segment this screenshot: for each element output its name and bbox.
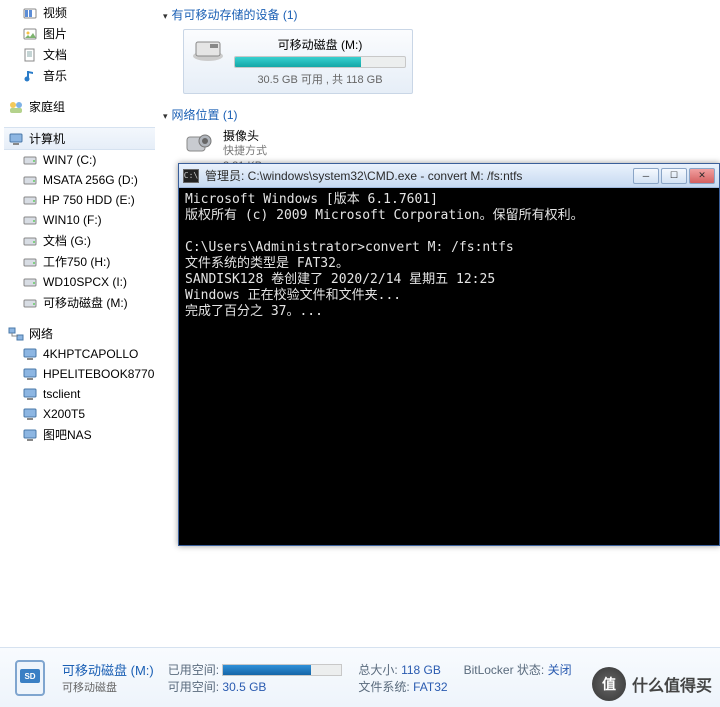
drive-icon bbox=[22, 212, 38, 228]
netloc-title: 摄像头 bbox=[223, 129, 267, 144]
homegroup-icon bbox=[8, 99, 24, 115]
sidebar-item-drive[interactable]: MSATA 256G (D:) bbox=[4, 170, 155, 190]
sidebar-item-library[interactable]: 图片 bbox=[4, 23, 155, 44]
drive-tile-title: 可移动磁盘 (M:) bbox=[234, 36, 406, 53]
computer-icon bbox=[8, 131, 24, 147]
cmd-icon: C:\ bbox=[183, 169, 199, 183]
status-title: 可移动磁盘 (M:) bbox=[62, 660, 154, 679]
sidebar-item-label: 音乐 bbox=[43, 67, 67, 84]
sidebar-header-label: 计算机 bbox=[29, 130, 65, 147]
sidebar-item-network-pc[interactable]: HPELITEBOOK8770 bbox=[4, 364, 155, 384]
drive-icon bbox=[22, 192, 38, 208]
watermark-icon: 值 bbox=[592, 667, 626, 701]
sidebar-item-label: 图片 bbox=[43, 25, 67, 42]
minimize-button[interactable]: ─ bbox=[633, 168, 659, 184]
drive-tile-removable[interactable]: 可移动磁盘 (M:) 30.5 GB 可用 , 共 118 GB bbox=[183, 29, 413, 94]
drive-removable-icon bbox=[22, 295, 38, 311]
sidebar-header-computer[interactable]: 计算机 bbox=[4, 127, 155, 150]
sidebar-item-label: X200T5 bbox=[43, 407, 85, 421]
sidebar-item-drive[interactable]: WIN7 (C:) bbox=[4, 150, 155, 170]
sidebar-item-drive[interactable]: 可移动磁盘 (M:) bbox=[4, 292, 155, 313]
close-button[interactable]: ✕ bbox=[689, 168, 715, 184]
computer-icon bbox=[22, 386, 38, 402]
sidebar-item-network-pc[interactable]: 4KHPTCAPOLLO bbox=[4, 344, 155, 364]
computer-icon bbox=[22, 406, 38, 422]
sidebar-item-library[interactable]: 视频 bbox=[4, 2, 155, 23]
sidebar-item-library[interactable]: 文档 bbox=[4, 44, 155, 65]
sidebar-item-library[interactable]: 音乐 bbox=[4, 65, 155, 86]
sidebar-item-drive[interactable]: 文档 (G:) bbox=[4, 230, 155, 251]
maximize-button[interactable]: ☐ bbox=[661, 168, 687, 184]
pictures-icon bbox=[22, 26, 38, 42]
sidebar-item-label: 图吧NAS bbox=[43, 426, 92, 443]
cmd-titlebar[interactable]: C:\ 管理员: C:\windows\system32\CMD.exe - c… bbox=[179, 164, 719, 188]
details-pane: SD 可移动磁盘 (M:) 可移动磁盘 已用空间: 可用空间: 30.5 GB … bbox=[0, 647, 720, 707]
sidebar-item-label: 文档 bbox=[43, 46, 67, 63]
sidebar-item-label: 视频 bbox=[43, 4, 67, 21]
computer-icon bbox=[22, 366, 38, 382]
sidebar-item-label: 工作750 (H:) bbox=[43, 253, 110, 270]
sidebar-item-network-pc[interactable]: 图吧NAS bbox=[4, 424, 155, 445]
sidebar-item-label: tsclient bbox=[43, 387, 80, 401]
documents-icon bbox=[22, 47, 38, 63]
music-icon bbox=[22, 68, 38, 84]
sidebar-item-drive[interactable]: WD10SPCX (I:) bbox=[4, 272, 155, 292]
svg-text:SD: SD bbox=[24, 672, 35, 681]
free-space-label: 可用空间: bbox=[168, 680, 219, 694]
network-icon bbox=[8, 326, 24, 342]
drive-icon bbox=[22, 172, 38, 188]
drive-usage-bar bbox=[234, 56, 406, 68]
section-network-locations[interactable]: 网络位置 (1) bbox=[163, 102, 716, 125]
sidebar-item-label: WD10SPCX (I:) bbox=[43, 275, 127, 289]
sidebar-item-label: 文档 (G:) bbox=[43, 232, 91, 249]
sidebar-item-label: HPELITEBOOK8770 bbox=[43, 367, 154, 381]
cmd-window[interactable]: C:\ 管理员: C:\windows\system32\CMD.exe - c… bbox=[178, 163, 720, 546]
sidebar-item-network[interactable]: 网络 bbox=[4, 323, 155, 344]
computer-icon bbox=[22, 427, 38, 443]
drive-icon bbox=[22, 233, 38, 249]
drive-icon bbox=[22, 274, 38, 290]
filesystem-value: FAT32 bbox=[413, 680, 447, 694]
drive-tile-subtitle: 30.5 GB 可用 , 共 118 GB bbox=[234, 71, 406, 87]
used-space-bar bbox=[222, 664, 342, 676]
sidebar-item-drive[interactable]: HP 750 HDD (E:) bbox=[4, 190, 155, 210]
cmd-title-text: 管理员: C:\windows\system32\CMD.exe - conve… bbox=[205, 167, 522, 184]
sidebar-item-network-pc[interactable]: tsclient bbox=[4, 384, 155, 404]
computer-icon bbox=[22, 346, 38, 362]
drive-removable-icon bbox=[190, 36, 226, 64]
total-size-value: 118 GB bbox=[401, 663, 441, 677]
status-subtitle: 可移动磁盘 bbox=[62, 679, 154, 695]
sidebar-item-label: 4KHPTCAPOLLO bbox=[43, 347, 138, 361]
sidebar-item-label: MSATA 256G (D:) bbox=[43, 173, 138, 187]
sidebar-item-network-pc[interactable]: X200T5 bbox=[4, 404, 155, 424]
cmd-output[interactable]: Microsoft Windows [版本 6.1.7601] 版权所有 (c)… bbox=[179, 188, 719, 545]
sidebar-item-label: 家庭组 bbox=[29, 98, 65, 115]
sidebar-item-drive[interactable]: WIN10 (F:) bbox=[4, 210, 155, 230]
section-removable-devices[interactable]: 有可移动存储的设备 (1) bbox=[163, 2, 716, 25]
watermark: 值 什么值得买 bbox=[592, 667, 712, 701]
drive-icon bbox=[22, 254, 38, 270]
sidebar-item-drive[interactable]: 工作750 (H:) bbox=[4, 251, 155, 272]
bitlocker-label: BitLocker 状态: bbox=[464, 663, 545, 677]
sidebar-item-label: WIN10 (F:) bbox=[43, 213, 102, 227]
netloc-type: 快捷方式 bbox=[223, 144, 267, 159]
used-space-label: 已用空间: bbox=[168, 663, 219, 677]
filesystem-label: 文件系统: bbox=[358, 680, 409, 694]
total-size-label: 总大小: bbox=[358, 663, 397, 677]
camera-icon bbox=[183, 129, 215, 157]
watermark-text: 什么值得买 bbox=[632, 672, 712, 696]
sidebar-item-label: 可移动磁盘 (M:) bbox=[43, 294, 128, 311]
sidebar-item-label: 网络 bbox=[29, 325, 53, 342]
bitlocker-value: 关闭 bbox=[548, 663, 572, 677]
video-icon bbox=[22, 5, 38, 21]
drive-icon bbox=[22, 152, 38, 168]
sd-card-icon: SD bbox=[10, 657, 52, 699]
sidebar-item-label: WIN7 (C:) bbox=[43, 153, 96, 167]
sidebar-item-label: HP 750 HDD (E:) bbox=[43, 193, 135, 207]
navigation-pane: 视频图片文档音乐 家庭组 计算机 WIN7 (C:) MSATA 256G (D:… bbox=[0, 0, 155, 640]
sidebar-item-homegroup[interactable]: 家庭组 bbox=[4, 96, 155, 117]
free-space-value: 30.5 GB bbox=[222, 680, 266, 694]
